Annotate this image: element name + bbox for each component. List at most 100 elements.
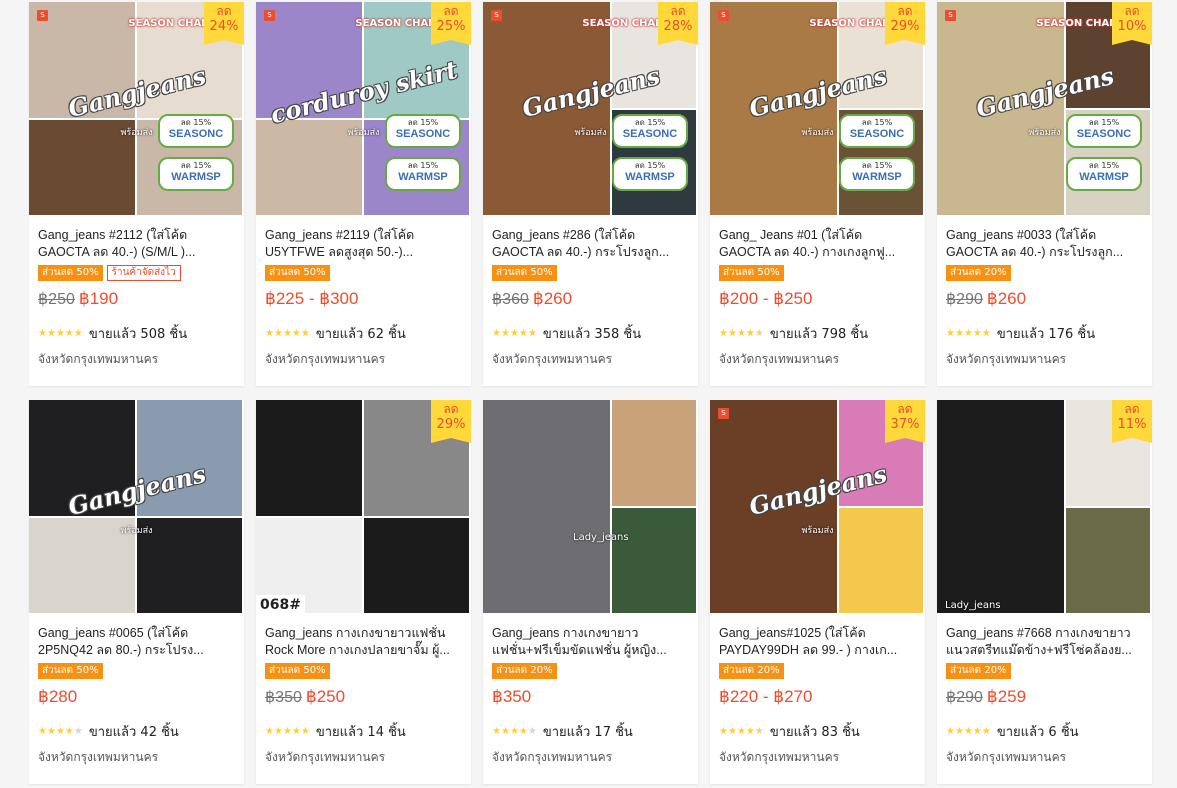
product-tags: ส่วนลด 20% (492, 660, 689, 682)
image-panel (937, 400, 1066, 615)
shop-location: จังหวัดกรุงเทพมหานคร (946, 352, 1067, 366)
product-card[interactable]: Lady_jeans Gang_jeans กางเกงขายาว แฟชั่น+… (483, 400, 698, 784)
star-icon: ★ (282, 327, 292, 339)
discount-tag: ส่วนลด 20% (719, 663, 784, 679)
product-card[interactable]: S Gangjeans พร้อมส่ง SEASON CHANGE ลด 15% SEA… (710, 2, 925, 386)
discount-tag: ส่วนลด 50% (719, 265, 784, 281)
image-label: 068# (256, 595, 305, 615)
star-icon: ★ (55, 725, 65, 737)
rating-stars: ★★★★★ (719, 726, 764, 737)
image-panel (839, 507, 925, 615)
product-prices: ฿225 - ฿300 (265, 289, 462, 313)
sold-count: ขายแล้ว 508 ชิ้น (88, 326, 188, 342)
star-icon: ★ (46, 327, 56, 339)
discount-badge: ลด 11% (1112, 400, 1152, 443)
promo-code-sticker: ลด 15% WARMSP (158, 157, 234, 191)
product-image[interactable]: S Gangjeans พร้อมส่ง SEASON CHANGE ลด 15% SEA… (483, 2, 698, 217)
product-title[interactable]: Gang_jeans #286 (ใส่โค้ด GAOCTA ลด 40.-)… (492, 227, 689, 261)
sold-count: ขายแล้ว 176 ชิ้น (996, 326, 1096, 342)
promo-discount-text: ลด 15% (634, 118, 666, 127)
discount-badge-label: ลด (216, 4, 232, 18)
product-title[interactable]: Gang_jeans #2119 (ใส่โค้ด U5YTFWE ลดสูงส… (265, 227, 462, 261)
product-image[interactable]: Scorduroy skirt พร้อมส่ง SEASON CHANGE ลด 1… (256, 2, 471, 217)
discount-badge-label: ลด (670, 4, 686, 18)
product-card[interactable]: Gangjeans พร้อมส่ง Gang_jeans #0065 (ใส่โค… (29, 400, 244, 784)
product-image[interactable]: 068# ลด 29% (256, 400, 471, 615)
product-card[interactable]: S Gangjeans พร้อมส่ง ลด 37% Gang_jeans#1025 (… (710, 400, 925, 784)
current-price: ฿220 - ฿270 (719, 687, 813, 706)
product-title[interactable]: Gang_jeans#1025 (ใส่โค้ด PAYDAY99DH ลด 9… (719, 625, 916, 659)
promo-code-text: WARMSP (852, 171, 902, 183)
product-title[interactable]: Gang_jeans #0033 (ใส่โค้ด GAOCTA ลด 40.-… (946, 227, 1143, 261)
star-icon: ★ (300, 725, 310, 737)
shop-mall-icon: S (945, 10, 956, 21)
star-icon: ★ (727, 725, 737, 737)
star-icon: ★ (55, 327, 65, 339)
ready-stock-label: พร้อมส่ง (801, 127, 834, 138)
product-title[interactable]: Gang_jeans #2112 (ใส่โค้ด GAOCTA ลด 40.-… (38, 227, 235, 261)
promo-code-sticker: ลด 15% SEASONC (385, 114, 461, 148)
product-title[interactable]: Gang_ Jeans #01 (ใส่โค้ด GAOCTA ลด 40.-)… (719, 227, 916, 261)
star-icon: ★ (38, 327, 47, 339)
current-price: ฿200 - ฿250 (719, 289, 813, 308)
product-card[interactable]: S Gangjeans พร้อมส่ง SEASON CHANGE ลด 15% SEA… (483, 2, 698, 386)
product-card[interactable]: Lady_jeans ลด 11% Gang_jeans #7668 กางเกงขา… (937, 400, 1152, 784)
discount-badge-label: ลด (1124, 402, 1140, 416)
star-icon: ★ (500, 327, 510, 339)
rating-sales-row: ★★★★★ ขายแล้ว 508 ชิ้น (38, 320, 235, 346)
discount-badge: ลด 10% (1112, 2, 1152, 45)
promo-discount-text: ลด 15% (634, 161, 666, 170)
star-icon: ★ (492, 327, 501, 339)
product-image[interactable]: Lady_jeans (483, 400, 698, 615)
rating-stars: ★★★★★ (38, 328, 83, 339)
star-icon: ★ (291, 327, 301, 339)
image-watermark-text: Lady_jeans (573, 532, 629, 543)
product-tags: ส่วนลด 50% (265, 660, 462, 682)
star-icon: ★ (518, 725, 528, 737)
promo-code-sticker: ลด 15% WARMSP (1066, 157, 1142, 191)
product-image[interactable]: Gangjeans พร้อมส่ง (29, 400, 244, 615)
discount-badge: ลด 29% (885, 2, 925, 45)
current-price: ฿350 (492, 687, 532, 706)
product-info: Gang_jeans #0033 (ใส่โค้ด GAOCTA ลด 40.-… (937, 217, 1152, 369)
current-price: ฿259 (986, 687, 1027, 706)
promo-code-sticker: ลด 15% WARMSP (612, 157, 688, 191)
product-title[interactable]: Gang_jeans #0065 (ใส่โค้ด 2P5NQ42 ลด 80.… (38, 625, 235, 659)
product-image[interactable]: S Gangjeans พร้อมส่ง SEASON CHANGE ลด 15% SEA… (29, 2, 244, 217)
product-card[interactable]: S Gangjeans พร้อมส่ง SEASON CHANGE ลด 15% SEA… (937, 2, 1152, 386)
star-icon: ★ (745, 725, 755, 737)
product-prices: ฿350 (492, 687, 689, 711)
product-image[interactable]: S Gangjeans พร้อมส่ง ลด 37% (710, 400, 925, 615)
promo-code-sticker: ลด 15% SEASONC (839, 114, 915, 148)
product-card[interactable]: 068# ลด 29% Gang_jeans กางเกงขายาวแฟชั่น Ro… (256, 400, 471, 784)
product-title[interactable]: Gang_jeans กางเกงขายาวแฟชั่น Rock More ก… (265, 625, 462, 659)
shop-location: จังหวัดกรุงเทพมหานคร (719, 750, 840, 764)
original-price: ฿250 (38, 291, 75, 308)
current-price: ฿260 (986, 289, 1027, 308)
original-price: ฿350 (265, 689, 302, 706)
product-tags: ส่วนลด 20% (946, 660, 1143, 682)
discount-badge-label: ลด (897, 4, 913, 18)
star-icon: ★ (492, 725, 501, 737)
product-title[interactable]: Gang_jeans #7668 กางเกงขายาว แนวสตรีทแม๊… (946, 625, 1143, 659)
shop-mall-icon: S (491, 10, 502, 21)
product-card[interactable]: S Gangjeans พร้อมส่ง SEASON CHANGE ลด 15% SEA… (29, 2, 244, 386)
product-image[interactable]: Lady_jeans ลด 11% (937, 400, 1152, 615)
product-image[interactable]: S Gangjeans พร้อมส่ง SEASON CHANGE ลด 15% SEA… (710, 2, 925, 217)
product-tags: ส่วนลด 50% (492, 262, 689, 284)
promo-discount-text: ลด 15% (861, 161, 893, 170)
product-info: Gang_jeans #7668 กางเกงขายาว แนวสตรีทแม๊… (937, 615, 1152, 767)
shop-location: จังหวัดกรุงเทพมหานคร (38, 750, 159, 764)
product-card[interactable]: Scorduroy skirt พร้อมส่ง SEASON CHANGE ลด 1… (256, 2, 471, 386)
discount-badge-percent: 37% (890, 417, 920, 432)
current-price: ฿260 (532, 289, 573, 308)
shop-location: จังหวัดกรุงเทพมหานคร (492, 352, 613, 366)
star-icon: ★ (963, 725, 973, 737)
sold-count: ขายแล้ว 798 ชิ้น (769, 326, 869, 342)
product-image[interactable]: S Gangjeans พร้อมส่ง SEASON CHANGE ลด 15% SEA… (937, 2, 1152, 217)
star-icon: ★ (727, 327, 737, 339)
sold-count: ขายแล้ว 14 ชิ้น (315, 724, 406, 740)
rating-sales-row: ★★★★★ ขายแล้ว 42 ชิ้น (38, 718, 235, 744)
image-panel (1066, 507, 1152, 615)
product-title[interactable]: Gang_jeans กางเกงขายาว แฟชั่น+ฟรีเข็มขัด… (492, 625, 689, 659)
